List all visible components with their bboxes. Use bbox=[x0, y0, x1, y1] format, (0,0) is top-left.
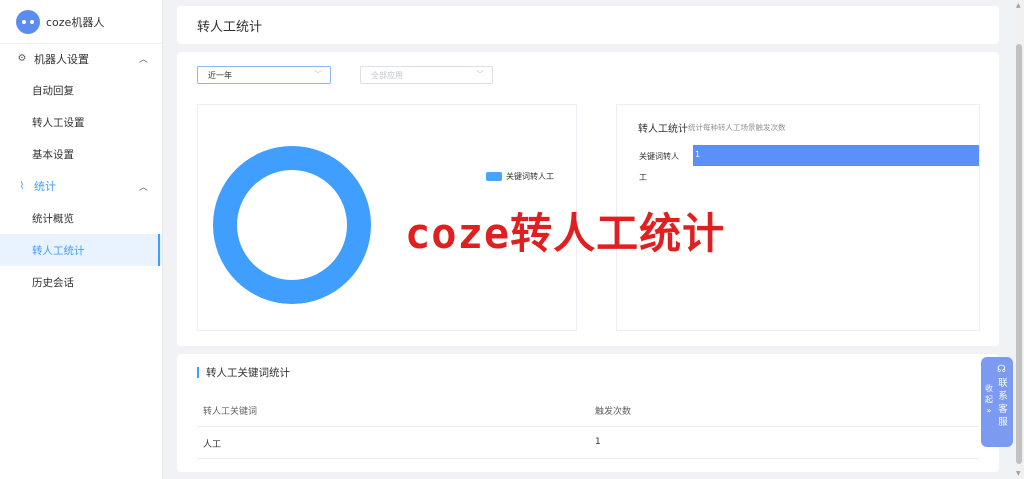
sidebar-item-transfer-stats[interactable]: 转人工统计 bbox=[0, 234, 162, 266]
contact-support-widget[interactable]: ☊ 收起 » 联系客服 bbox=[981, 357, 1013, 447]
section-title: 转人工关键词统计 bbox=[197, 365, 290, 380]
scroll-up-arrow-icon[interactable]: ▲ bbox=[1016, 2, 1021, 9]
app-select[interactable]: 全部应用 ﹀ bbox=[360, 66, 493, 84]
y-tick-label-line2: 工 bbox=[639, 173, 647, 182]
column-header-keyword[interactable]: 转人工关键词 bbox=[203, 404, 257, 417]
page-scrollbar[interactable]: ▲ ▼ bbox=[1014, 0, 1024, 479]
page-header: 转人工统计 bbox=[177, 6, 999, 44]
bar-chart-subtitle: 统计每种转人工场景触发次数 bbox=[688, 123, 786, 132]
cell-count: 1 bbox=[595, 437, 601, 447]
bar-chart-title: 转人工统计 bbox=[638, 124, 688, 135]
sidebar-item-transfer-settings[interactable]: 转人工设置 bbox=[0, 106, 162, 138]
sidebar-item-overview[interactable]: 统计概览 bbox=[0, 202, 162, 234]
collapse-label: 收起 bbox=[985, 384, 993, 404]
robot-icon bbox=[16, 9, 40, 34]
chevron-down-icon: ﹀ bbox=[314, 70, 322, 79]
title-accent-bar bbox=[197, 367, 199, 378]
gear-icon: ⚙ bbox=[17, 53, 27, 64]
headset-icon: ☊ bbox=[997, 364, 1006, 375]
chevron-down-icon: ﹀ bbox=[476, 70, 484, 79]
legend-label: 关键词转人工 bbox=[506, 172, 554, 181]
time-range-select[interactable]: 近一年 ﹀ bbox=[197, 66, 331, 84]
keyword-table-card: 转人工关键词统计 转人工关键词 触发次数 人工 1 bbox=[177, 354, 999, 472]
time-range-value: 近一年 bbox=[208, 70, 232, 80]
legend-swatch bbox=[486, 172, 502, 181]
app-name: coze机器人 bbox=[46, 15, 105, 29]
stats-card: 近一年 ﹀ 全部应用 ﹀ 关键词转人工 转人工统计 统计每种转人工场景触发次数 … bbox=[177, 52, 999, 346]
app-logo-row[interactable]: coze机器人 bbox=[0, 0, 162, 44]
menu-group-label: 机器人设置 bbox=[34, 52, 89, 66]
sidebar: coze机器人 ⚙ 机器人设置 ︿ 自动回复 转人工设置 基本设置 ⌇ 统计 ︿… bbox=[0, 0, 163, 479]
double-chevron-icon: » bbox=[986, 406, 992, 415]
menu-group-bot-settings[interactable]: ⚙ 机器人设置 ︿ bbox=[0, 43, 162, 74]
sidebar-item-auto-reply[interactable]: 自动回复 bbox=[0, 74, 162, 106]
page-title: 转人工统计 bbox=[197, 19, 263, 35]
scroll-down-arrow-icon[interactable]: ▼ bbox=[1016, 470, 1021, 477]
scrollbar-thumb[interactable] bbox=[1016, 44, 1022, 464]
contact-support-label: 联系客服 bbox=[998, 378, 1008, 428]
sidebar-item-basic-settings[interactable]: 基本设置 bbox=[0, 138, 162, 170]
menu-group-label: 统计 bbox=[34, 180, 56, 193]
sidebar-item-history[interactable]: 历史会话 bbox=[0, 266, 162, 298]
watermark-text: coze转人工统计 bbox=[405, 209, 726, 258]
column-header-count[interactable]: 触发次数 bbox=[595, 404, 631, 417]
chevron-up-icon: ︿ bbox=[138, 55, 148, 65]
header-divider bbox=[197, 426, 979, 427]
app-select-placeholder: 全部应用 bbox=[371, 70, 403, 80]
collapse-button[interactable]: 收起 » bbox=[984, 383, 994, 416]
row-divider bbox=[197, 458, 979, 459]
bar-value-label: 1 bbox=[695, 150, 701, 159]
bar-keyword-transfer[interactable] bbox=[693, 145, 979, 166]
chevron-up-icon: ︿ bbox=[138, 182, 148, 193]
y-tick-label-line1: 关键词转人 bbox=[639, 152, 679, 161]
menu-group-statistics[interactable]: ⌇ 统计 ︿ bbox=[0, 170, 162, 202]
cell-keyword: 人工 bbox=[203, 440, 222, 450]
line-chart-icon: ⌇ bbox=[19, 180, 25, 192]
donut-slice-keyword[interactable] bbox=[213, 146, 371, 304]
keyword-table-title: 转人工关键词统计 bbox=[206, 367, 290, 379]
donut-legend[interactable]: 关键词转人工 bbox=[486, 171, 554, 182]
